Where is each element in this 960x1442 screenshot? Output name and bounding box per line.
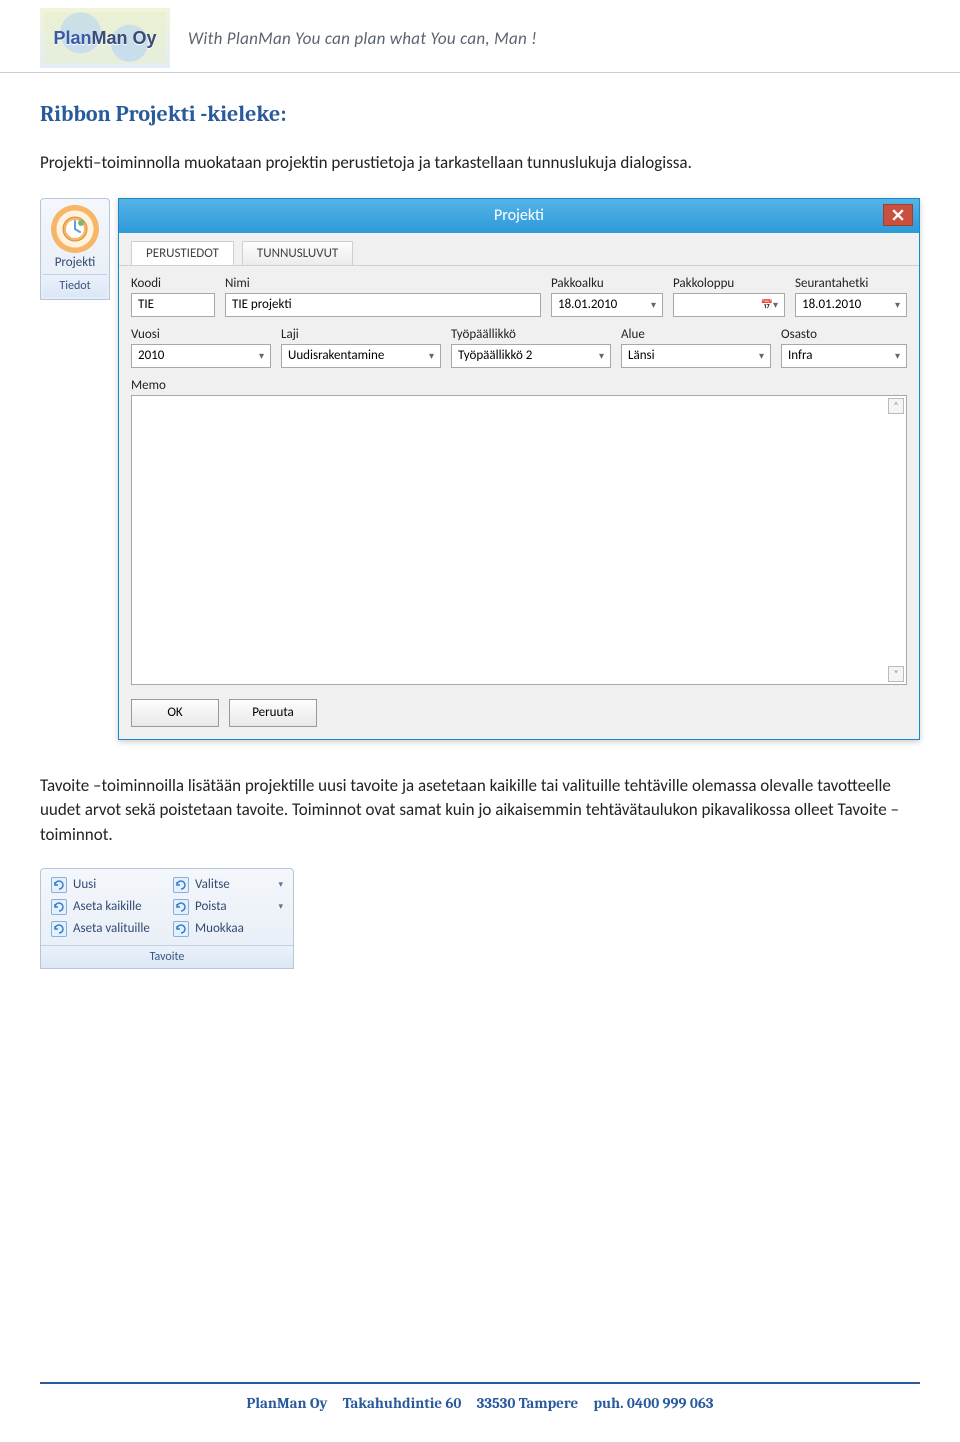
refresh-icon bbox=[51, 877, 67, 893]
input-nimi[interactable]: TIE projekti bbox=[225, 293, 541, 317]
ribbon-and-dialog-row: Projekti Tiedot Projekti PERUSTIEDOT TUN… bbox=[40, 198, 920, 740]
input-koodi[interactable]: TIE bbox=[131, 293, 215, 317]
tab-tunnusluvut[interactable]: TUNNUSLUVUT bbox=[242, 241, 353, 265]
tab-perustiedot[interactable]: PERUSTIEDOT bbox=[131, 241, 234, 265]
input-pakkoloppu[interactable]: 📅▾ bbox=[673, 293, 785, 317]
projekti-dialog: Projekti PERUSTIEDOT TUNNUSLUVUT Koodi T… bbox=[118, 198, 920, 740]
chevron-down-icon: ▾ bbox=[278, 879, 283, 890]
tavoite-item-label: Valitse bbox=[195, 877, 230, 892]
field-osasto: Osasto Infra▾ bbox=[781, 327, 907, 368]
field-vuosi: Vuosi 2010▾ bbox=[131, 327, 271, 368]
chevron-down-icon: ▾ bbox=[429, 349, 434, 362]
input-tyopaallikko[interactable]: Työpäällikkö 2▾ bbox=[451, 344, 611, 368]
footer-postal: 33530 Tampere bbox=[477, 1394, 578, 1412]
footer-company: PlanMan Oy bbox=[246, 1394, 327, 1412]
page-footer: PlanMan Oy Takahuhdintie 60 33530 Tamper… bbox=[40, 1382, 920, 1412]
logo-text: PlanMan Oy bbox=[53, 28, 156, 49]
page-header: PlanMan Oy With PlanMan You can plan wha… bbox=[0, 0, 960, 73]
close-button[interactable] bbox=[883, 204, 913, 226]
form-row-2: Vuosi 2010▾ Laji Uudisrakentamine▾ Työpä… bbox=[131, 327, 907, 368]
refresh-icon bbox=[173, 877, 189, 893]
footer-phone: puh. 0400 999 063 bbox=[593, 1394, 713, 1412]
input-osasto[interactable]: Infra▾ bbox=[781, 344, 907, 368]
dialog-body: Koodi TIE Nimi TIE projekti Pakkoalku 18… bbox=[119, 266, 919, 739]
paragraph-2: Tavoite –toiminnoilla lisätään projektil… bbox=[40, 774, 920, 848]
label-laji: Laji bbox=[281, 327, 441, 342]
tavoite-group-label: Tavoite bbox=[41, 945, 293, 968]
ribbon-tiedot-label: Tiedot bbox=[43, 274, 107, 297]
label-pakkoalku: Pakkoalku bbox=[551, 276, 663, 291]
label-tyopaallikko: Työpäällikkö bbox=[451, 327, 611, 342]
dialog-title: Projekti bbox=[494, 206, 544, 225]
label-nimi: Nimi bbox=[225, 276, 541, 291]
label-alue: Alue bbox=[621, 327, 771, 342]
tavoite-item-aseta-kaikille[interactable]: Aseta kaikille bbox=[47, 897, 165, 917]
field-seurantahetki: Seurantahetki 18.01.2010▾ bbox=[795, 276, 907, 317]
projekti-icon[interactable] bbox=[51, 205, 99, 253]
ok-button[interactable]: OK bbox=[131, 699, 219, 727]
memo-textarea[interactable]: ˄ ˅ bbox=[131, 395, 907, 685]
chevron-down-icon: ▾ bbox=[651, 298, 656, 311]
section-title: Ribbon Projekti -kieleke: bbox=[40, 101, 920, 127]
refresh-icon bbox=[173, 921, 189, 937]
dialog-tabs: PERUSTIEDOT TUNNUSLUVUT bbox=[119, 233, 919, 266]
label-vuosi: Vuosi bbox=[131, 327, 271, 342]
tavoite-item-poista[interactable]: Poista ▾ bbox=[169, 897, 287, 917]
field-pakkoalku: Pakkoalku 18.01.2010▾ bbox=[551, 276, 663, 317]
refresh-icon bbox=[51, 899, 67, 915]
field-koodi: Koodi TIE bbox=[131, 276, 215, 317]
chevron-down-icon: ▾ bbox=[259, 349, 264, 362]
tavoite-item-label: Muokkaa bbox=[195, 921, 244, 936]
tavoite-item-aseta-valituille[interactable]: Aseta valituille bbox=[47, 919, 165, 939]
tavoite-item-label: Poista bbox=[195, 899, 227, 914]
slogan: With PlanMan You can plan what You can, … bbox=[188, 28, 537, 49]
input-alue[interactable]: Länsi▾ bbox=[621, 344, 771, 368]
paragraph-1: Projekti–toiminnolla muokataan projektin… bbox=[40, 151, 920, 176]
chevron-down-icon: ▾ bbox=[895, 349, 900, 362]
cancel-button[interactable]: Peruuta bbox=[229, 699, 317, 727]
label-memo: Memo bbox=[131, 378, 907, 393]
input-seurantahetki[interactable]: 18.01.2010▾ bbox=[795, 293, 907, 317]
refresh-icon bbox=[51, 921, 67, 937]
refresh-icon bbox=[173, 899, 189, 915]
tavoite-item-label: Aseta valituille bbox=[73, 921, 150, 936]
chevron-down-icon: ▾ bbox=[599, 349, 604, 362]
tavoite-grid: Uusi Valitse ▾ Aseta kaikille Poista ▾ A… bbox=[41, 869, 293, 945]
tavoite-item-valitse[interactable]: Valitse ▾ bbox=[169, 875, 287, 895]
calendar-icon: 📅▾ bbox=[761, 298, 778, 311]
footer-address: Takahuhdintie 60 bbox=[343, 1394, 462, 1412]
chevron-down-icon: ▾ bbox=[759, 349, 764, 362]
tavoite-item-muokkaa[interactable]: Muokkaa bbox=[169, 919, 287, 939]
field-pakkoloppu: Pakkoloppu 📅▾ bbox=[673, 276, 785, 317]
field-tyopaallikko: Työpäällikkö Työpäällikkö 2▾ bbox=[451, 327, 611, 368]
label-osasto: Osasto bbox=[781, 327, 907, 342]
label-koodi: Koodi bbox=[131, 276, 215, 291]
label-seurantahetki: Seurantahetki bbox=[795, 276, 907, 291]
scroll-down-icon[interactable]: ˅ bbox=[888, 666, 904, 682]
close-icon bbox=[892, 209, 904, 221]
logo: PlanMan Oy bbox=[40, 8, 170, 68]
input-vuosi[interactable]: 2010▾ bbox=[131, 344, 271, 368]
content: Ribbon Projekti -kieleke: Projekti–toimi… bbox=[0, 73, 960, 969]
ribbon-projekti-group: Projekti Tiedot bbox=[40, 198, 110, 300]
tavoite-item-label: Aseta kaikille bbox=[73, 899, 142, 914]
label-pakkoloppu: Pakkoloppu bbox=[673, 276, 785, 291]
field-laji: Laji Uudisrakentamine▾ bbox=[281, 327, 441, 368]
field-alue: Alue Länsi▾ bbox=[621, 327, 771, 368]
chevron-down-icon: ▾ bbox=[895, 298, 900, 311]
input-laji[interactable]: Uudisrakentamine▾ bbox=[281, 344, 441, 368]
ribbon-projekti-label[interactable]: Projekti bbox=[43, 255, 107, 270]
ribbon-tavoite-group: Uusi Valitse ▾ Aseta kaikille Poista ▾ A… bbox=[40, 868, 294, 969]
input-pakkoalku[interactable]: 18.01.2010▾ bbox=[551, 293, 663, 317]
dialog-titlebar: Projekti bbox=[119, 199, 919, 233]
dialog-button-row: OK Peruuta bbox=[131, 685, 907, 727]
chevron-down-icon: ▾ bbox=[278, 901, 283, 912]
tavoite-item-uusi[interactable]: Uusi bbox=[47, 875, 165, 895]
scroll-up-icon[interactable]: ˄ bbox=[888, 398, 904, 414]
tavoite-item-label: Uusi bbox=[73, 877, 96, 892]
field-nimi: Nimi TIE projekti bbox=[225, 276, 541, 317]
form-row-1: Koodi TIE Nimi TIE projekti Pakkoalku 18… bbox=[131, 276, 907, 317]
